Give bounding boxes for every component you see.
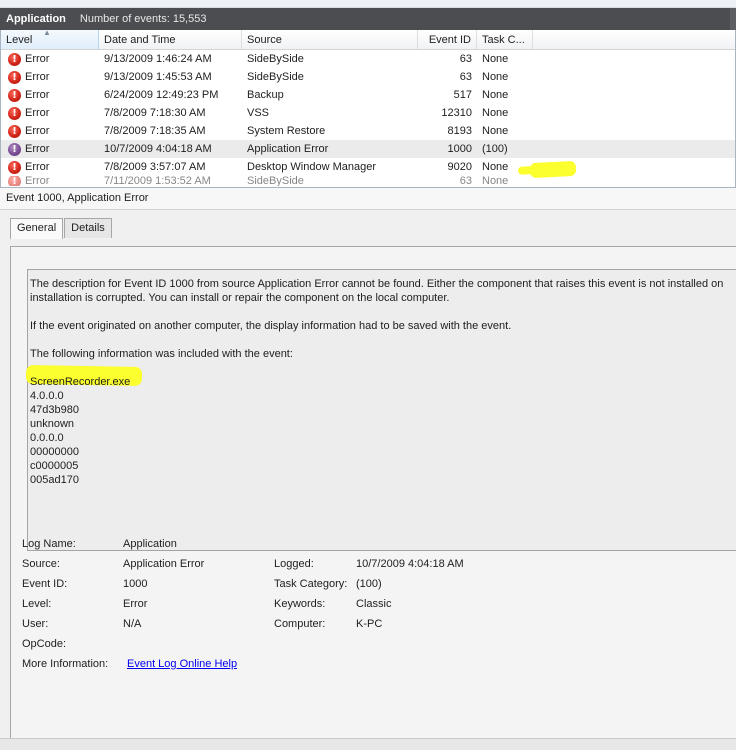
property-label: Log Name: <box>22 538 76 550</box>
event-data-value: 0.0.0.0 <box>30 432 64 444</box>
property-label: Keywords: <box>274 598 326 610</box>
event-data-value: 005ad170 <box>30 474 79 486</box>
event-row[interactable]: ! Error 6/24/2009 12:49:23 PM Backup 517 … <box>1 86 735 104</box>
event-detail-title: Event 1000, Application Error <box>0 188 736 210</box>
error-icon: ! <box>8 88 21 102</box>
event-row[interactable]: ! Error 7/8/2009 3:57:07 AM Desktop Windo… <box>1 158 735 176</box>
event-log-online-help-link[interactable]: Event Log Online Help <box>127 658 237 670</box>
general-tab-body: The description for Event ID 1000 from s… <box>10 246 736 746</box>
detail-tabs: General Details <box>10 218 736 239</box>
tab-details[interactable]: Details <box>64 218 112 238</box>
description-line: If the event originated on another compu… <box>30 320 512 332</box>
error-icon: ! <box>8 142 21 156</box>
event-data-value: ScreenRecorder.exe <box>30 376 131 388</box>
event-row[interactable]: ! Error 9/13/2009 1:45:53 AM SideBySide 6… <box>1 68 735 86</box>
event-row[interactable]: ! Error 9/13/2009 1:46:24 AM SideBySide 6… <box>1 50 735 68</box>
event-row-selected[interactable]: ! Error 10/7/2009 4:04:18 AM Application … <box>1 140 735 158</box>
column-header-event-id[interactable]: Event ID <box>418 30 477 49</box>
event-list-header: ▲ Level Date and Time Source Event ID Ta… <box>1 30 735 50</box>
description-line: The following information was included w… <box>30 348 293 360</box>
property-value: 1000 <box>123 578 148 590</box>
window-bottom-edge <box>0 738 736 750</box>
event-detail-pane: General Details The description for Even… <box>0 218 736 746</box>
event-row-partial[interactable]: ! Error 7/11/2009 1:53:52 AM SideBySide 6… <box>1 176 735 186</box>
event-data-value: 4.0.0.0 <box>30 390 64 402</box>
window-top-edge <box>0 0 736 8</box>
column-header-source[interactable]: Source <box>242 30 418 49</box>
event-data-value: unknown <box>30 418 75 430</box>
error-icon: ! <box>8 176 21 186</box>
property-value: Application <box>123 538 177 550</box>
property-value: Application Error <box>123 558 205 570</box>
property-label: More Information: <box>22 658 109 670</box>
error-icon: ! <box>8 70 21 84</box>
error-icon: ! <box>8 124 21 138</box>
column-header-task-category[interactable]: Task C... <box>477 30 533 49</box>
column-header-date[interactable]: Date and Time <box>99 30 242 49</box>
log-title-bar: Application Number of events: 15,553 <box>0 8 736 30</box>
property-label: Logged: <box>274 558 314 570</box>
property-label: Task Category: <box>274 578 348 590</box>
description-line: installation is corrupted. You can insta… <box>30 292 450 304</box>
property-value: 10/7/2009 4:04:18 AM <box>356 558 464 570</box>
highlighter-mark <box>529 160 577 179</box>
property-value: N/A <box>123 618 142 630</box>
event-row[interactable]: ! Error 7/8/2009 7:18:35 AM System Restor… <box>1 122 735 140</box>
event-description[interactable]: The description for Event ID 1000 from s… <box>25 269 736 551</box>
column-header-level[interactable]: ▲ Level <box>1 30 99 49</box>
sort-ascending-icon: ▲ <box>43 30 51 37</box>
property-label: Computer: <box>274 618 326 630</box>
log-name-title: Application <box>6 13 66 25</box>
error-icon: ! <box>8 106 21 120</box>
event-row[interactable]: ! Error 7/8/2009 7:18:30 AM VSS 12310 Non… <box>1 104 735 122</box>
property-value: Error <box>123 598 148 610</box>
title-bar-edge <box>730 8 736 30</box>
property-value: Classic <box>356 598 392 610</box>
tab-general[interactable]: General <box>10 218 64 239</box>
event-data-value: 00000000 <box>30 446 79 458</box>
property-label: Event ID: <box>22 578 68 590</box>
event-list[interactable]: ▲ Level Date and Time Source Event ID Ta… <box>0 30 736 188</box>
error-icon: ! <box>8 52 21 66</box>
event-data-value: c0000005 <box>30 460 79 472</box>
event-count: Number of events: 15,553 <box>79 13 207 25</box>
property-label: Level: <box>22 598 52 610</box>
description-line: The description for Event ID 1000 from s… <box>30 278 724 290</box>
property-value: (100) <box>356 578 382 590</box>
event-data-value: 47d3b980 <box>30 404 79 416</box>
error-icon: ! <box>8 160 21 174</box>
property-label: Source: <box>22 558 60 570</box>
property-label: User: <box>22 618 49 630</box>
property-label: OpCode: <box>22 638 67 650</box>
property-value: K-PC <box>356 618 383 630</box>
